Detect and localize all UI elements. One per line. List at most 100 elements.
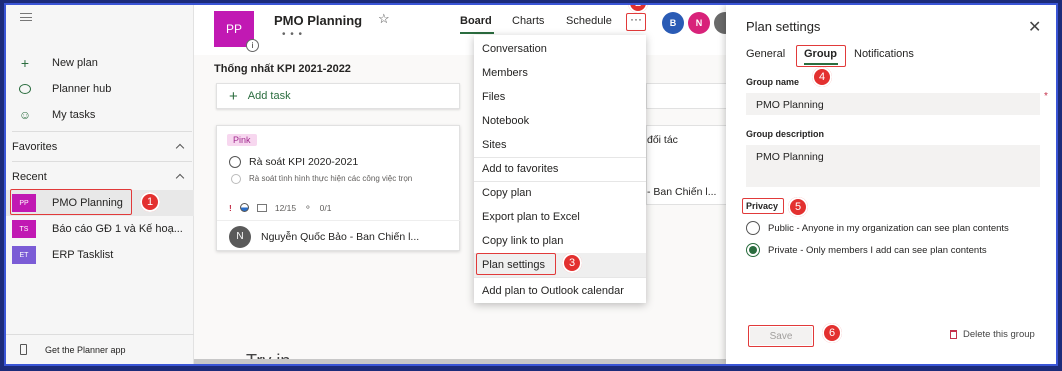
- trash-icon: [950, 330, 957, 339]
- highlight-box: [10, 189, 132, 215]
- task-card[interactable]: Pink Rà soát KPI 2020-2021 Rà soát tình …: [216, 125, 461, 252]
- nav-new-plan-label: New plan: [52, 57, 98, 69]
- get-app-label: Get the Planner app: [45, 344, 126, 355]
- highlight-box: [796, 45, 846, 67]
- menu-item-add-favorites[interactable]: Add to favorites: [474, 157, 646, 181]
- chevron-up-icon[interactable]: [175, 143, 185, 153]
- tab-board[interactable]: Board: [460, 15, 492, 27]
- task-title: Rà soát KPI 2020-2021: [249, 156, 359, 168]
- background-card-text: - Ban Chiến l...: [647, 186, 717, 198]
- highlight-box: [626, 13, 646, 31]
- menu-item-members[interactable]: Members: [474, 61, 646, 85]
- privacy-private-option[interactable]: Private - Only members I add can see pla…: [746, 243, 987, 257]
- tab-notifications[interactable]: Notifications: [854, 48, 914, 60]
- menu-separator: [474, 277, 646, 278]
- nav-divider: [12, 161, 192, 162]
- menu-item-files[interactable]: Files: [474, 85, 646, 109]
- nav-my-tasks-label: My tasks: [52, 109, 96, 121]
- label-pill: Pink: [227, 134, 257, 146]
- menu-item-outlook[interactable]: Add plan to Outlook calendar: [474, 279, 646, 303]
- progress-icon: [239, 203, 249, 212]
- highlight-box: [476, 253, 556, 275]
- step-badge-4: 4: [812, 67, 832, 87]
- tab-underline: [460, 32, 494, 34]
- recent-plan-label: ERP Tasklist: [52, 249, 114, 261]
- star-icon[interactable]: ☆: [378, 11, 390, 27]
- radio-button-icon[interactable]: [746, 221, 760, 235]
- close-icon[interactable]: ✕: [1028, 17, 1041, 37]
- nav-my-tasks[interactable]: ☺ My tasks: [6, 103, 194, 127]
- plan-title: PMO Planning: [274, 13, 363, 28]
- highlight-box: [742, 198, 784, 214]
- nav-planner-hub-label: Planner hub: [52, 83, 112, 95]
- nav-planner-hub[interactable]: Planner hub: [6, 77, 194, 101]
- info-icon[interactable]: i: [246, 39, 259, 52]
- background-card: đối tác - Ban Chiến l...: [646, 125, 736, 205]
- planner-app: + New plan Planner hub ☺ My tasks Favori…: [6, 5, 1056, 364]
- tab-general[interactable]: General: [746, 48, 785, 60]
- delete-group-label: Delete this group: [963, 329, 1035, 340]
- group-name-input[interactable]: PMO Planning: [746, 93, 1040, 115]
- menu-item-copy-link[interactable]: Copy link to plan: [474, 229, 646, 253]
- tab-charts[interactable]: Charts: [512, 15, 544, 27]
- menu-item-notebook[interactable]: Notebook: [474, 109, 646, 133]
- phone-icon: [20, 344, 27, 355]
- menu-item-sites[interactable]: Sites: [474, 133, 646, 157]
- menu-item-conversation[interactable]: Conversation: [474, 37, 646, 61]
- horizontal-scrollbar[interactable]: [194, 359, 734, 364]
- privacy-public-label: Public - Anyone in my organization can s…: [768, 222, 1009, 234]
- step-badge-6: 6: [822, 323, 842, 343]
- member-avatar[interactable]: N: [688, 12, 710, 34]
- favorites-heading[interactable]: Favorites: [12, 141, 57, 153]
- attachment-count: 0/1: [319, 202, 332, 213]
- recent-plan-ts[interactable]: TS Báo cáo GĐ 1 và Kế hoạ...: [6, 216, 194, 242]
- chevron-up-icon[interactable]: [175, 173, 185, 183]
- tab-schedule[interactable]: Schedule: [566, 15, 612, 27]
- plan-more-icon[interactable]: • • •: [282, 29, 303, 40]
- get-app-link[interactable]: Get the Planner app: [6, 334, 194, 364]
- group-description-label: Group description: [746, 129, 825, 139]
- hub-icon: [19, 84, 31, 94]
- priority-icon: !: [229, 202, 232, 213]
- group-description-input[interactable]: PMO Planning: [746, 145, 1040, 187]
- step-badge-5: 5: [788, 197, 808, 217]
- checklist-icon: [256, 203, 267, 212]
- plus-icon: +: [229, 87, 238, 105]
- checklist-count: 12/15: [274, 202, 297, 213]
- nav-new-plan[interactable]: + New plan: [6, 51, 194, 75]
- panel-title: Plan settings: [746, 19, 821, 34]
- recent-heading[interactable]: Recent: [12, 171, 47, 183]
- assignee-name: Nguyễn Quốc Bảo - Ban Chiến l...: [261, 230, 420, 243]
- step-badge-3: 3: [562, 253, 582, 273]
- step-badge-1: 1: [140, 192, 160, 212]
- background-card: [646, 83, 736, 109]
- menu-item-export-excel[interactable]: Export plan to Excel: [474, 205, 646, 229]
- task-assignee: N Nguyễn Quốc Bảo - Ban Chiến l...: [217, 220, 461, 252]
- group-name-label: Group name: [746, 77, 800, 87]
- radio-button-selected-icon[interactable]: [746, 243, 760, 257]
- plan-tile: ET: [12, 246, 36, 264]
- avatar[interactable]: N: [229, 225, 251, 248]
- screenshot-frame: + New plan Planner hub ☺ My tasks Favori…: [4, 3, 1058, 366]
- member-avatar[interactable]: B: [662, 12, 684, 34]
- hamburger-icon[interactable]: [20, 13, 32, 21]
- menu-item-copy-plan[interactable]: Copy plan: [474, 181, 646, 205]
- recent-plan-et[interactable]: ET ERP Tasklist: [6, 242, 194, 268]
- complete-task-icon[interactable]: [229, 156, 241, 168]
- recent-plan-label: Báo cáo GĐ 1 và Kế hoạ...: [52, 223, 183, 235]
- left-nav: + New plan Planner hub ☺ My tasks Favori…: [6, 5, 194, 364]
- plan-tile: TS: [12, 220, 36, 238]
- privacy-public-option[interactable]: Public - Anyone in my organization can s…: [746, 221, 1009, 235]
- delete-group-button[interactable]: Delete this group: [950, 329, 1035, 340]
- attachment-icon: ⚬: [304, 202, 312, 212]
- plan-settings-panel: Plan settings ✕ General Group Notificati…: [726, 5, 1056, 364]
- person-icon: ☺: [18, 108, 32, 122]
- add-task-button[interactable]: + Add task: [216, 83, 460, 109]
- privacy-private-label: Private - Only members I add can see pla…: [768, 244, 987, 256]
- nav-divider: [12, 131, 192, 132]
- checklist-item: Rà soát tình hình thực hiện các công việ…: [249, 174, 413, 183]
- bucket-title: Thống nhất KPI 2021-2022: [214, 63, 351, 75]
- required-marker: *: [1044, 91, 1048, 102]
- task-meta: ! 12/15 ⚬ 0/1: [229, 202, 332, 213]
- subtask-circle-icon[interactable]: [231, 174, 241, 184]
